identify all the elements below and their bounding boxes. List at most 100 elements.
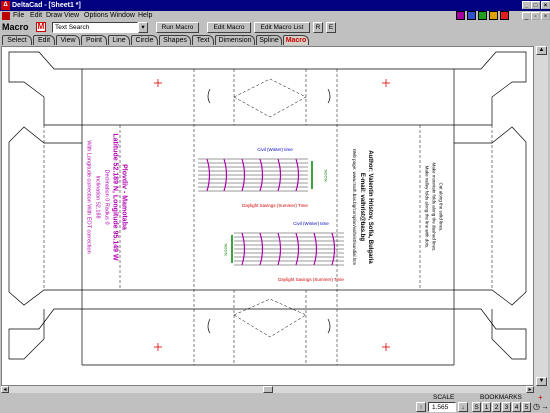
maximize-button[interactable]: □ [531,1,540,9]
tab-view[interactable]: View [56,35,80,45]
valley-fold-instruction: Make valley folds along the line with do… [424,165,430,249]
inclination-text: Inclination 52.188 [94,175,101,219]
correction-text: With Longitude correction With EOT corre… [85,140,92,254]
left-middle-tab [8,126,82,306]
color-magenta-icon[interactable] [456,11,465,20]
right-bottom-tab [454,308,527,360]
civil-time-upper: Civil (Winter) time [257,147,293,152]
author-email: E-mail: valhrist@bas.bg [359,172,365,242]
drawing-canvas[interactable]: Plovdiv - Mamotaba Latitude 52.189 N, Lo… [1,46,534,386]
tab-select[interactable]: Select [2,35,32,45]
macro-label: Macro [2,22,29,32]
close-button[interactable]: × [541,1,550,9]
coordinates-text: Latitude 52.189 N, Longitude 95.149 W [111,133,119,261]
daylight-time-upper: Daylight Savings (Summer) Time [242,203,308,208]
scroll-right-icon[interactable]: ▸ [526,386,534,393]
scroll-up-icon[interactable]: ▲ [536,46,547,55]
mountain-fold-instruction: Make mountain folds along the dashed lin… [431,162,437,252]
clock-icon[interactable]: ◷ [533,402,540,411]
run-macro-button[interactable]: Run Macro [156,22,199,33]
bookmark-4[interactable]: 4 [512,402,521,412]
doc-restore-button[interactable]: ▫ [531,12,540,20]
doc-close-button[interactable]: × [541,12,550,20]
location-info: Plovdiv - Mamotaba Latitude 52.189 N, Lo… [84,112,129,282]
fold-arrow-icon [207,88,211,104]
macro-select[interactable]: Text Search [52,22,138,33]
civil-time-lower: Civil (Winter) time [293,221,329,226]
tool-tabs: Select Edit View Point Line Circle Shape… [0,34,550,46]
right-top-tab [454,51,527,126]
edit-macro-list-button[interactable]: Edit Macro List [254,22,310,33]
tab-shapes[interactable]: Shapes [159,35,191,45]
bookmark-3[interactable]: 3 [502,402,511,412]
deltacad-icon[interactable]: Δ [1,1,10,10]
daylight-time-lower: Daylight Savings (Summer) Time [278,277,344,282]
macro-icon[interactable]: M [36,22,46,32]
scroll-down-icon[interactable]: ▼ [536,377,547,386]
menu-help[interactable]: Help [138,11,152,21]
r-button[interactable]: R [313,22,323,33]
vertical-scrollbar[interactable]: ▲ ▼ [534,46,548,386]
noon-label-upper: NOON [323,169,329,182]
noon-label-lower: NOON [223,243,229,256]
menu-edit[interactable]: Edit [30,11,42,21]
scroll-thumb[interactable] [263,386,273,393]
bookmark-5[interactable]: 5 [522,402,531,412]
tab-spline[interactable]: Spline [256,35,282,45]
horizontal-scrollbar[interactable]: ◂ ▸ [1,386,534,393]
author-webpage: Web page: www.math.bas.bg/complan/valhri… [352,148,357,266]
declination-text: Declination 0 Radius 0 [103,169,110,225]
menu-bar: File Edit Draw View Options Window Help … [0,11,550,21]
tab-circle[interactable]: Circle [131,35,158,45]
crosshair-icon: + [538,393,543,402]
scroll-left-icon[interactable]: ◂ [1,386,9,393]
color-orange-icon[interactable] [489,11,498,20]
scale-value: 1.565 [432,404,449,411]
menu-draw[interactable]: Draw [46,11,62,21]
document-icon[interactable] [2,12,10,20]
macro-dropdown-arrow-icon[interactable]: ▾ [138,22,148,33]
tab-macro[interactable]: Macro [283,35,309,45]
left-bottom-tab [8,308,82,360]
macro-select-value: Text Search [55,24,90,31]
tab-edit[interactable]: Edit [33,35,55,45]
status-bar: SCALE BOOKMARKS ↑ 1.565 ↓ S 1 2 3 4 5 ◷ … [0,393,550,413]
edit-macro-button[interactable]: Edit Macro [207,22,251,33]
menu-file[interactable]: File [13,11,24,21]
arrow-right-icon[interactable]: → [541,402,549,411]
scale-up-icon[interactable]: ↑ [416,402,426,412]
title-bar: Δ DeltaCad - [Sheet1 *] _ □ × [0,0,550,11]
left-top-tab [8,51,82,126]
lower-hour-lines [234,232,344,266]
color-green-icon[interactable] [478,11,487,20]
window-title: DeltaCad - [Sheet1 *] [12,2,81,9]
tab-line[interactable]: Line [108,35,130,45]
menu-window[interactable]: Window [110,11,135,21]
scale-field[interactable]: 1.565 [428,402,456,412]
folding-instructions: Cut along the solid lines. Make mountain… [424,147,445,267]
menu-view[interactable]: View [64,11,79,21]
minimize-button[interactable]: _ [522,1,531,9]
sundial-drawing [8,51,527,366]
color-red-icon[interactable] [500,11,509,20]
right-middle-tab [454,126,527,306]
author-info: Author: Valentin Hristov, Sofia, Bulgari… [350,127,374,287]
macro-toolbar: Macro M Text Search ▾ Run Macro Edit Mac… [0,21,550,34]
bookmark-1[interactable]: 1 [482,402,491,412]
doc-minimize-button[interactable]: _ [522,12,531,20]
author-name: Author: Valentin Hristov, Sofia, Bulgari… [367,150,373,264]
color-blue-icon[interactable] [467,11,476,20]
tab-point[interactable]: Point [81,35,107,45]
tab-text[interactable]: Text [192,35,214,45]
upper-hour-lines [198,158,308,192]
menu-options[interactable]: Options [84,11,108,21]
tab-dimension[interactable]: Dimension [215,35,255,45]
scale-label: SCALE [433,394,455,401]
cut-instruction: Cut along the solid lines. [438,182,444,232]
scale-down-icon[interactable]: ↓ [458,402,468,412]
bookmark-s[interactable]: S [472,402,481,412]
location-title: Plovdiv - Mamotaba [120,164,128,230]
bookmarks-label: BOOKMARKS [480,394,522,401]
e-button[interactable]: E [326,22,336,33]
bookmark-2[interactable]: 2 [492,402,501,412]
